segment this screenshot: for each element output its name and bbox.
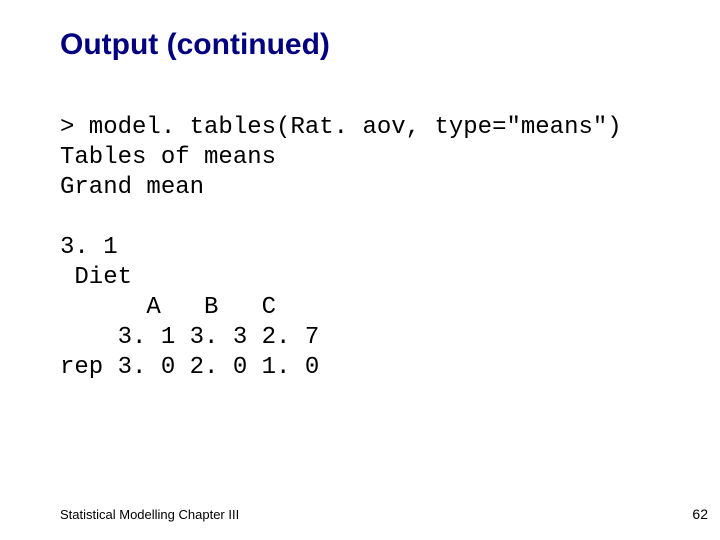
code-line: Grand mean	[60, 174, 204, 201]
code-line: Diet	[60, 264, 132, 291]
code-line: A B C	[60, 294, 276, 321]
page-number: 62	[692, 506, 708, 522]
code-line: > model. tables(Rat. aov, type="means")	[60, 114, 622, 141]
code-line: rep 3. 0 2. 0 1. 0	[60, 354, 319, 381]
code-line: 3. 1	[60, 234, 118, 261]
slide-title: Output (continued)	[60, 28, 330, 62]
code-line: Tables of means	[60, 144, 276, 171]
code-line: 3. 1 3. 3 2. 7	[60, 324, 319, 351]
footer-text: Statistical Modelling Chapter III	[60, 507, 239, 522]
slide: Output (continued) > model. tables(Rat. …	[0, 0, 720, 540]
code-output: > model. tables(Rat. aov, type="means") …	[60, 113, 622, 383]
